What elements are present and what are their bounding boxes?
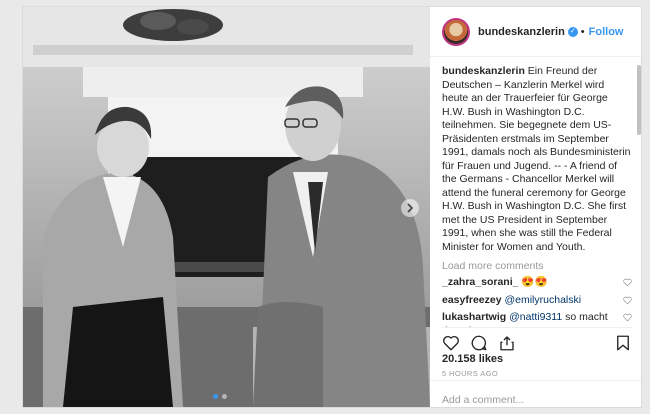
post-header: bundeskanzlerin ✓ • Follow [430, 7, 641, 57]
avatar[interactable] [442, 17, 470, 46]
verified-badge-icon: ✓ [567, 26, 578, 37]
carousel-dots [213, 394, 227, 399]
post-sidebar: bundeskanzlerin ✓ • Follow bundeskanzler… [430, 7, 641, 407]
comment-row: _zahra_sorani_ 😍😍 [442, 276, 632, 290]
scrollbar-thumb[interactable] [637, 65, 641, 135]
comments-scrollbar[interactable] [636, 65, 641, 327]
separator-dot: • [580, 25, 585, 38]
heart-icon[interactable] [442, 334, 460, 352]
carousel-dot [213, 394, 218, 399]
comment-like-heart-icon[interactable] [623, 296, 632, 305]
comment-row: easyfreezey @emilyruchalski [442, 294, 632, 308]
comments-section[interactable]: bundeskanzlerin Ein Freund der Deutschen… [442, 65, 632, 327]
add-comment-bar [430, 380, 641, 407]
comment-mention[interactable]: @natti9311 [509, 311, 562, 323]
comment-username[interactable]: lukashartwig [442, 311, 506, 323]
load-more-comments-button[interactable]: Load more comments [442, 260, 632, 272]
comment-like-heart-icon[interactable] [623, 278, 632, 287]
share-icon[interactable] [498, 334, 516, 352]
carousel-dot [222, 394, 227, 399]
caption-text: Ein Freund der Deutschen – Kanzlerin Mer… [442, 65, 631, 253]
comment-mention[interactable]: @emilyruchalski [504, 294, 581, 306]
next-image-button[interactable] [401, 199, 419, 217]
action-bar [442, 327, 632, 354]
header-username[interactable]: bundeskanzlerin [478, 26, 565, 38]
bookmark-icon[interactable] [614, 334, 632, 352]
caption: bundeskanzlerin Ein Freund der Deutschen… [442, 65, 632, 254]
comment-row: lukashartwig @natti9311 so macht das Sin… [442, 311, 632, 327]
likes-count[interactable]: 20.158 likes [442, 353, 503, 365]
photo-illustration [23, 7, 430, 407]
follow-button[interactable]: Follow [589, 26, 624, 38]
chevron-right-icon [407, 203, 414, 213]
comment-icon[interactable] [470, 334, 488, 352]
comment-text: 😍😍 [521, 276, 548, 288]
instagram-post: bundeskanzlerin ✓ • Follow bundeskanzler… [22, 6, 642, 408]
comment-like-heart-icon[interactable] [623, 313, 632, 322]
caption-username[interactable]: bundeskanzlerin [442, 65, 525, 77]
comment-username[interactable]: _zahra_sorani_ [442, 276, 518, 288]
post-timestamp[interactable]: 5 HOURS AGO [442, 369, 498, 378]
post-photo[interactable] [23, 7, 430, 407]
comment-username[interactable]: easyfreezey [442, 294, 502, 306]
add-comment-input[interactable] [442, 394, 627, 406]
